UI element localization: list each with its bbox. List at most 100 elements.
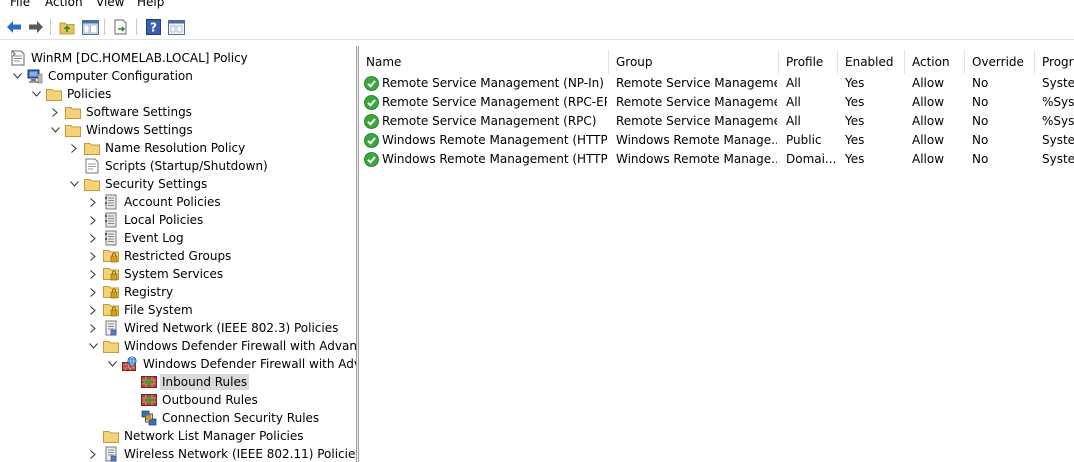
tree-item-windows-settings[interactable]: Windows Settings [0,121,356,139]
tree-item-registry[interactable]: Registry [0,283,356,301]
tree-label: Policies [67,87,112,101]
tree-item-security-settings[interactable]: Security Settings [0,175,356,193]
column-header-program[interactable]: Progra [1035,50,1074,74]
cell-enabled: Yes [845,133,865,147]
folder-icon [84,140,100,156]
tree-item-wdf-advanced-parent[interactable]: Windows Defender Firewall with Advanced [0,337,356,355]
enabled-rule-check-icon [364,152,379,167]
properties-icon[interactable] [166,17,186,37]
toolbar: ? [0,14,1074,40]
chevron-right-icon[interactable] [88,287,98,297]
tree-item-restricted-groups[interactable]: Restricted Groups [0,247,356,265]
tree-item-software-settings[interactable]: Software Settings [0,103,356,121]
chevron-down-icon[interactable] [50,125,60,135]
chevron-right-icon[interactable] [69,143,79,153]
tree-item-network-list-manager[interactable]: Network List Manager Policies [0,427,356,445]
export-list-icon[interactable] [111,17,131,37]
tree-item-inbound-rules[interactable]: Inbound Rules [0,373,356,391]
chevron-right-icon[interactable] [88,233,98,243]
menu-action[interactable]: Action [45,0,83,10]
chevron-right-icon[interactable] [88,269,98,279]
table-row[interactable]: Remote Service Management (NP-In) Remote… [359,74,1074,93]
up-folder-icon[interactable] [57,17,77,37]
tree-item-account-policies[interactable]: Account Policies [0,193,356,211]
cell-action: Allow [912,152,945,166]
locked-folder-icon [103,284,119,300]
inbound-rules-icon [141,374,157,390]
chevron-down-icon[interactable] [31,89,41,99]
tree-item-scripts[interactable]: Scripts (Startup/Shutdown) [0,157,356,175]
cell-group: Remote Service Management [616,76,777,90]
tree-label: Scripts (Startup/Shutdown) [105,159,268,173]
chevron-down-icon[interactable] [69,179,79,189]
chevron-right-icon[interactable] [88,215,98,225]
cell-program: Syster [1042,152,1074,166]
tree-label: Event Log [124,231,184,245]
tree-item-name-resolution-policy[interactable]: Name Resolution Policy [0,139,356,157]
chevron-right-icon[interactable] [88,251,98,261]
tree-label: Restricted Groups [124,249,232,263]
tree-label: File System [124,303,193,317]
menu-view[interactable]: View [96,0,124,10]
cell-enabled: Yes [845,152,865,166]
enabled-rule-check-icon [364,95,379,110]
tree-item-policy-root[interactable]: WinRM [DC.HOMELAB.LOCAL] Policy [0,49,356,67]
folder-icon [103,338,119,354]
menu-file[interactable]: File [10,0,30,10]
cell-profile: Public [786,133,822,147]
tree-item-connection-security-rules[interactable]: Connection Security Rules [0,409,356,427]
folder-icon [103,428,119,444]
network-policy-icon [103,446,119,462]
tree-item-policies[interactable]: Policies [0,85,356,103]
cell-group: Windows Remote Manage... [616,133,777,147]
cell-profile: All [786,114,801,128]
table-row[interactable]: Windows Remote Management (HTTP-In) Wind… [359,150,1074,169]
show-hide-tree-icon[interactable] [80,17,100,37]
back-icon[interactable] [4,17,24,37]
tree-label: Network List Manager Policies [124,429,304,443]
policy-binder-icon [103,230,119,246]
tree-item-local-policies[interactable]: Local Policies [0,211,356,229]
tree-item-computer-configuration[interactable]: Computer Configuration [0,67,356,85]
column-header-group[interactable]: Group [609,50,779,74]
tree-label: Computer Configuration [48,69,193,83]
help-icon[interactable]: ? [143,17,163,37]
tree-item-wired-network[interactable]: Wired Network (IEEE 802.3) Policies [0,319,356,337]
network-policy-icon [103,320,119,336]
tree-item-wireless-network[interactable]: Wireless Network (IEEE 802.11) Policies [0,445,356,462]
column-header-profile[interactable]: Profile [779,50,838,74]
chevron-right-icon[interactable] [88,197,98,207]
chevron-right-icon[interactable] [88,449,98,459]
tree-label: Wired Network (IEEE 802.3) Policies [124,321,339,335]
tree-item-file-system[interactable]: File System [0,301,356,319]
chevron-right-icon[interactable] [88,305,98,315]
column-header-override[interactable]: Override [965,50,1035,74]
cell-name: Remote Service Management (NP-In) [382,76,604,90]
cell-override: No [972,133,989,147]
tree-item-outbound-rules[interactable]: Outbound Rules [0,391,356,409]
column-header-action[interactable]: Action [905,50,965,74]
enabled-rule-check-icon [364,114,379,129]
table-row[interactable]: Windows Remote Management (HTTP-In) Wind… [359,131,1074,150]
chevron-right-icon[interactable] [88,323,98,333]
tree-item-event-log[interactable]: Event Log [0,229,356,247]
tree-item-system-services[interactable]: System Services [0,265,356,283]
tree-label: Name Resolution Policy [105,141,246,155]
cell-enabled: Yes [845,95,865,109]
column-header-name[interactable]: Name [359,50,609,74]
tree-label: Windows Defender Firewall with Advanc [143,357,356,371]
script-document-icon [84,158,100,174]
chevron-down-icon[interactable] [12,71,22,81]
enabled-rule-check-icon [364,133,379,148]
table-row[interactable]: Remote Service Management (RPC-EPM... Re… [359,93,1074,112]
column-header-enabled[interactable]: Enabled [838,50,905,74]
chevron-right-icon[interactable] [50,107,60,117]
table-row[interactable]: Remote Service Management (RPC) Remote S… [359,112,1074,131]
chevron-down-icon[interactable] [107,359,117,369]
forward-icon[interactable] [26,17,46,37]
tree-item-wdf-advanced-child[interactable]: Windows Defender Firewall with Advanc [0,355,356,373]
chevron-down-icon[interactable] [88,341,98,351]
locked-folder-icon [103,302,119,318]
cell-action: Allow [912,133,945,147]
menu-help[interactable]: Help [137,0,164,10]
